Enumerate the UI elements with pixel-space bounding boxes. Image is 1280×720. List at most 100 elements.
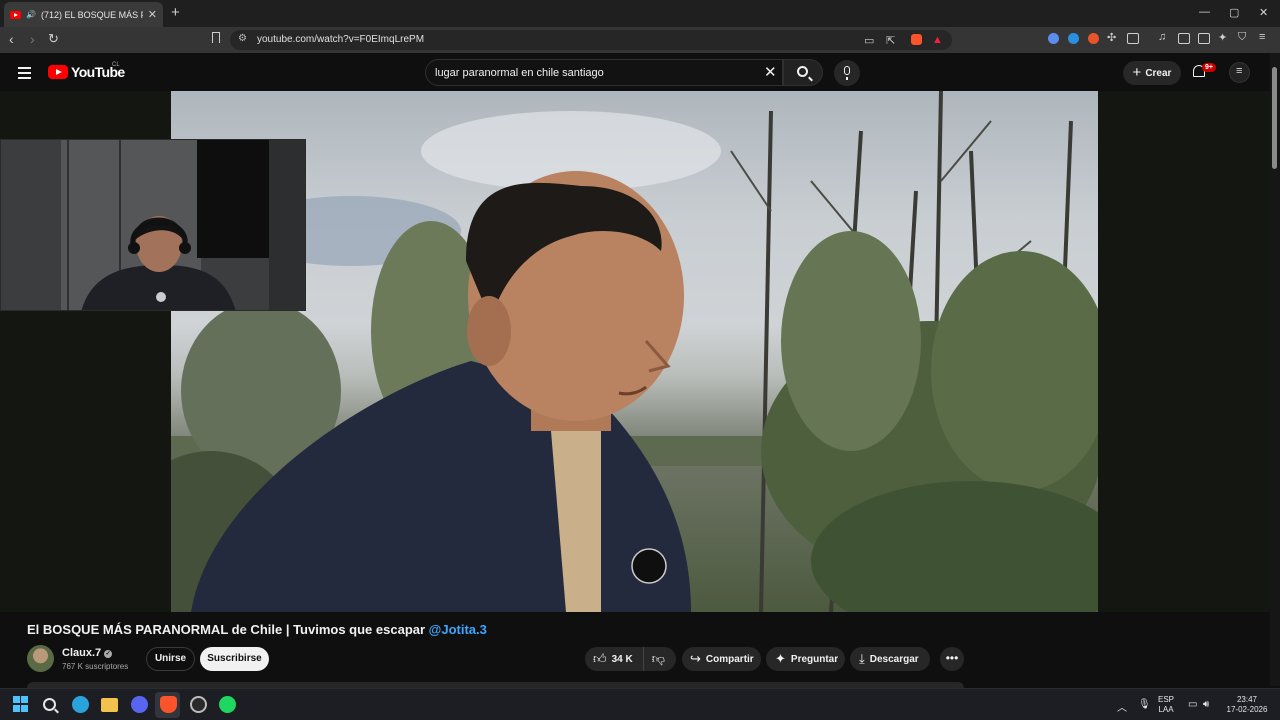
search-input[interactable]: lugar paranormal en chile santiago ✕ bbox=[425, 59, 783, 86]
like-dislike-group: 👍︎ 34 K 👎︎ bbox=[585, 647, 676, 671]
bookmark-icon[interactable] bbox=[212, 32, 220, 43]
leo-ai-icon[interactable]: ✦ bbox=[1218, 31, 1227, 44]
youtube-logo[interactable]: YouTube CL bbox=[48, 62, 125, 80]
brave-rewards-icon[interactable]: ▲ bbox=[932, 34, 943, 46]
title-mention-link[interactable]: @Jotita.3 bbox=[429, 622, 487, 637]
channel-name[interactable]: Claux.7 ✓ bbox=[62, 647, 113, 659]
back-button[interactable]: ‹ bbox=[9, 31, 14, 47]
network-icon[interactable]: ▭ bbox=[1188, 699, 1197, 710]
address-bar[interactable]: ⚙ youtube.com/watch?v=F0EImqLrePM ▭ ⇱ ▲ bbox=[230, 30, 952, 50]
taskbar-search-icon[interactable] bbox=[43, 698, 56, 711]
share-label: Compartir bbox=[705, 653, 754, 665]
telegram-icon[interactable] bbox=[72, 696, 89, 713]
more-actions-button[interactable]: ••• bbox=[940, 647, 964, 671]
reload-button[interactable]: ↻ bbox=[48, 31, 59, 47]
ask-label: Preguntar bbox=[790, 653, 839, 665]
microphone-icon bbox=[844, 66, 850, 80]
share-arrow-icon: ↪ bbox=[690, 651, 701, 666]
extensions-puzzle-icon[interactable]: ✣ bbox=[1107, 31, 1116, 44]
wallet-icon[interactable] bbox=[1198, 33, 1210, 44]
browser-tab[interactable]: 🔊 (712) EL BOSQUE MÁS PARAN ✕ bbox=[4, 2, 163, 27]
youtube-favicon-icon bbox=[10, 10, 21, 19]
spotify-icon[interactable] bbox=[219, 696, 236, 713]
brave-shields-icon[interactable] bbox=[911, 34, 922, 45]
microphone-tray-icon[interactable]: 🎙︎ bbox=[1138, 699, 1151, 710]
scrollbar-thumb[interactable] bbox=[1272, 67, 1277, 169]
download-icon: ⤓ bbox=[859, 651, 865, 666]
ask-button[interactable]: ✦ Preguntar bbox=[766, 647, 845, 671]
extension-1-icon[interactable] bbox=[1048, 33, 1059, 44]
cast-icon[interactable]: ▭ bbox=[864, 34, 874, 47]
clock[interactable]: 23:47 17-02-2026 bbox=[1224, 695, 1270, 715]
search-icon bbox=[797, 66, 808, 77]
brave-browser-icon[interactable] bbox=[160, 696, 177, 713]
youtube-play-icon bbox=[48, 65, 68, 79]
share-button[interactable]: ↪ Compartir bbox=[682, 647, 761, 671]
tab-close-icon[interactable]: ✕ bbox=[148, 8, 157, 21]
keyboard-layout: LAA bbox=[1158, 705, 1174, 714]
notifications-badge: 9+ bbox=[1202, 63, 1216, 72]
clock-time: 23:47 bbox=[1236, 695, 1258, 704]
vpn-shield-icon[interactable]: ⛉ bbox=[1238, 31, 1246, 44]
video-frame-image bbox=[171, 91, 1098, 612]
create-label: Crear bbox=[1145, 67, 1172, 79]
volume-icon[interactable]: 🔊︎ bbox=[1203, 699, 1209, 710]
voice-search-button[interactable] bbox=[834, 60, 860, 86]
extension-2-icon[interactable] bbox=[1068, 33, 1079, 44]
webcam-overlay bbox=[0, 139, 306, 311]
page-scrollbar[interactable] bbox=[1270, 53, 1280, 686]
search-query-text: lugar paranormal en chile santiago bbox=[435, 67, 604, 79]
country-code: CL bbox=[112, 62, 120, 68]
input-language[interactable]: ESP LAA bbox=[1158, 695, 1174, 715]
download-button[interactable]: ⤓ Descargar bbox=[850, 647, 930, 671]
download-label: Descargar bbox=[869, 653, 919, 665]
account-avatar[interactable] bbox=[1229, 62, 1250, 83]
like-button[interactable]: 👍︎ 34 K bbox=[585, 647, 644, 671]
like-count: 34 K bbox=[611, 653, 633, 665]
maximize-button[interactable]: ▢ bbox=[1229, 6, 1239, 19]
browser-tab-strip: 🔊 (712) EL BOSQUE MÁS PARAN ✕ + — ▢ ✕ bbox=[0, 0, 1280, 27]
audio-playing-icon[interactable]: 🔊 bbox=[26, 10, 36, 19]
clock-date: 17-02-2026 bbox=[1226, 705, 1268, 714]
url-text: youtube.com/watch?v=F0EImqLrePM bbox=[257, 34, 425, 45]
channel-name-text: Claux.7 bbox=[62, 647, 102, 659]
webcam-image bbox=[1, 140, 305, 310]
file-explorer-icon[interactable] bbox=[101, 698, 118, 712]
browser-menu-icon[interactable]: ≡ bbox=[1259, 31, 1265, 43]
subscribe-button[interactable]: Suscribirse bbox=[200, 647, 269, 671]
share-page-icon[interactable]: ⇱ bbox=[886, 34, 895, 47]
new-tab-button[interactable]: + bbox=[171, 4, 180, 21]
video-player[interactable] bbox=[171, 91, 1098, 612]
site-info-icon[interactable]: ⚙ bbox=[238, 33, 247, 44]
media-control-icon[interactable]: ♫ bbox=[1158, 31, 1166, 43]
windows-taskbar: ︿ ESP LAA 🎙︎ ▭ 🔊︎ 23:47 17-02-2026 bbox=[0, 688, 1280, 720]
dislike-button[interactable]: 👎︎ bbox=[644, 651, 665, 667]
browser-toolbar: ‹ › ↻ ⚙ youtube.com/watch?v=F0EImqLrePM … bbox=[0, 27, 1280, 53]
discord-icon[interactable] bbox=[131, 696, 148, 713]
sidebar-toggle-icon[interactable] bbox=[1178, 33, 1190, 44]
tab-title: (712) EL BOSQUE MÁS PARAN bbox=[40, 9, 143, 20]
create-button[interactable]: + Crear bbox=[1123, 61, 1181, 85]
clear-search-icon[interactable]: ✕ bbox=[764, 63, 777, 81]
extension-4-icon[interactable] bbox=[1127, 33, 1139, 44]
plus-icon: + bbox=[1132, 64, 1142, 81]
close-window-button[interactable]: ✕ bbox=[1259, 6, 1268, 19]
sparkle-icon: ✦ bbox=[775, 651, 786, 666]
language-code: ESP bbox=[1158, 695, 1175, 704]
thumbs-up-icon: 👍︎ bbox=[593, 651, 607, 666]
channel-avatar[interactable] bbox=[27, 645, 54, 672]
forward-button[interactable]: › bbox=[30, 31, 35, 47]
extension-3-icon[interactable] bbox=[1088, 33, 1099, 44]
steam-icon[interactable] bbox=[190, 696, 207, 713]
minimize-button[interactable]: — bbox=[1199, 6, 1210, 18]
search-button[interactable] bbox=[783, 59, 823, 86]
video-title-text: El BOSQUE MÁS PARANORMAL de Chile | Tuvi… bbox=[27, 622, 426, 637]
video-title: El BOSQUE MÁS PARANORMAL de Chile | Tuvi… bbox=[27, 622, 487, 637]
subscriber-count: 767 K suscriptores bbox=[62, 662, 129, 671]
guide-menu-icon[interactable] bbox=[18, 67, 31, 82]
youtube-masthead: YouTube CL lugar paranormal en chile san… bbox=[0, 53, 1280, 91]
thumbs-down-icon: 👎︎ bbox=[651, 651, 665, 666]
tray-overflow-chevron-icon[interactable]: ︿ bbox=[1117, 699, 1127, 714]
join-button[interactable]: Unirse bbox=[146, 647, 195, 671]
windows-start-icon[interactable] bbox=[13, 696, 30, 713]
